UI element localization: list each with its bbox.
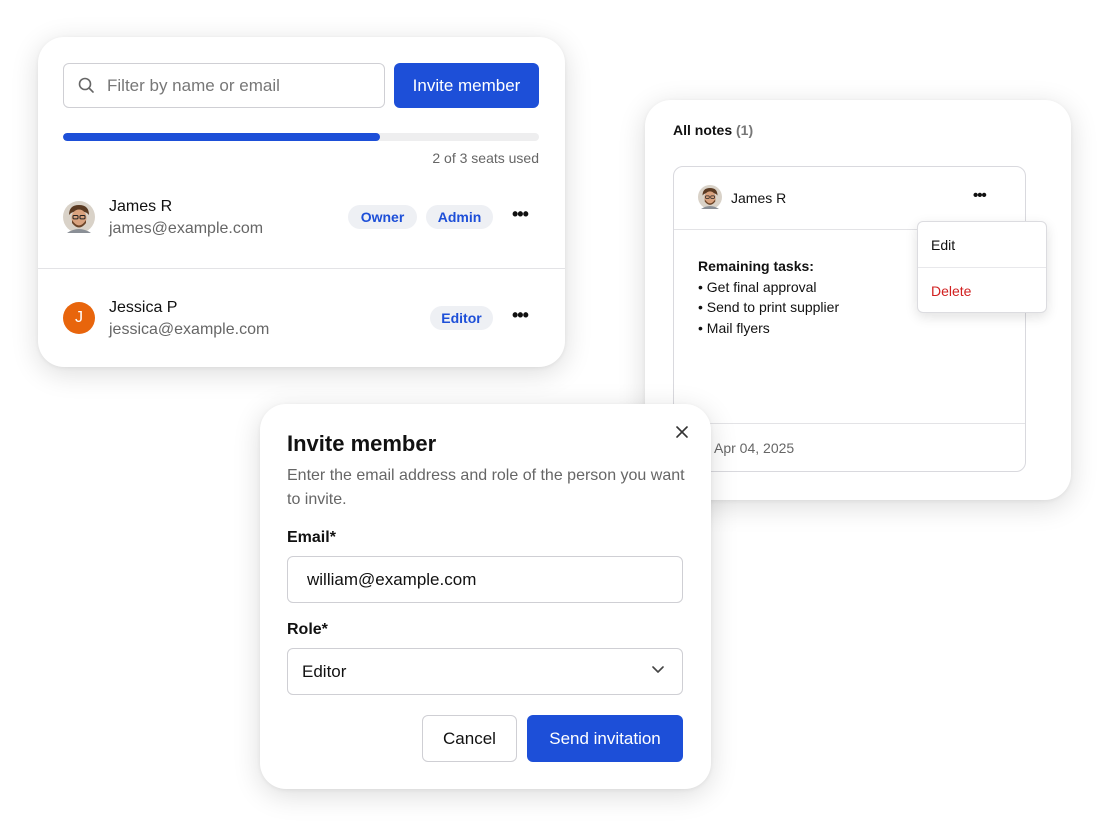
note-list-item: • Mail flyers	[698, 319, 770, 336]
menu-item-delete[interactable]: Delete	[931, 283, 971, 299]
modal-title: Invite member	[287, 431, 437, 456]
role-value: Editor	[302, 661, 347, 681]
note-body: Remaining tasks: • Get final approval • …	[698, 256, 839, 338]
note-list-item-text: Get final approval	[706, 278, 817, 295]
email-field[interactable]: william@example.com	[287, 556, 683, 603]
search-placeholder: Filter by name or email	[107, 75, 280, 95]
note-more-options-button[interactable]: •••	[973, 187, 987, 204]
note-list-item-text: Mail flyers	[706, 319, 770, 336]
invite-modal: Invite member Enter the email address an…	[260, 404, 711, 789]
member-row: James R james@example.com Owner Admin ••…	[38, 169, 565, 269]
note-list-item: • Get final approval	[698, 278, 817, 295]
seats-progress-bar	[63, 133, 539, 141]
role-badge-admin: Admin	[426, 205, 493, 229]
notes-count: (1)	[736, 122, 754, 138]
menu-divider	[918, 267, 1046, 268]
chevron-down-icon	[652, 666, 664, 674]
role-badge-editor: Editor	[430, 306, 493, 330]
email-label: Email*	[287, 529, 336, 546]
members-card: Filter by name or email Invite member 2 …	[38, 37, 565, 367]
note-list-item-text: Send to print supplier	[706, 299, 840, 315]
avatar-initial: J	[75, 309, 83, 326]
note-context-menu: Edit Delete	[917, 221, 1047, 313]
member-row: J Jessica P jessica@example.com Editor •…	[38, 269, 565, 369]
role-badge-owner: Owner	[348, 205, 417, 229]
send-invitation-button[interactable]: Send invitation	[527, 715, 683, 762]
note-list-item: • Send to print supplier	[698, 299, 840, 315]
more-options-button[interactable]: •••	[512, 305, 529, 326]
cancel-button[interactable]: Cancel	[422, 715, 517, 762]
member-email: james@example.com	[109, 220, 264, 237]
role-label: Role*	[287, 621, 328, 638]
seats-progress-fill	[63, 133, 381, 141]
search-input[interactable]: Filter by name or email	[63, 63, 385, 108]
member-name: Jessica P	[109, 299, 178, 316]
invite-member-button[interactable]: Invite member	[394, 63, 539, 108]
menu-item-edit[interactable]: Edit	[931, 237, 955, 253]
email-value: william@example.com	[307, 569, 477, 589]
member-email: jessica@example.com	[109, 321, 270, 338]
avatar	[63, 201, 95, 233]
avatar: J	[63, 302, 95, 334]
note-date: Apr 04, 2025	[714, 440, 795, 456]
seats-used-label: 2 of 3 seats used	[432, 150, 539, 166]
notes-title-text: All notes	[673, 122, 733, 138]
note-heading: Remaining tasks:	[698, 258, 814, 274]
member-name: James R	[109, 198, 173, 215]
note-footer: Apr 04, 2025	[674, 423, 1025, 471]
notes-title: All notes (1)	[673, 122, 753, 138]
role-select[interactable]: Editor	[287, 648, 683, 695]
modal-description: Enter the email address and role of the …	[287, 467, 685, 508]
close-icon[interactable]	[675, 425, 689, 439]
note-author: James R	[731, 190, 787, 206]
search-icon	[78, 77, 95, 94]
note-card: James R ••• Remaining tasks: • Get final…	[673, 166, 1026, 472]
avatar	[698, 185, 722, 209]
more-options-button[interactable]: •••	[512, 204, 529, 225]
